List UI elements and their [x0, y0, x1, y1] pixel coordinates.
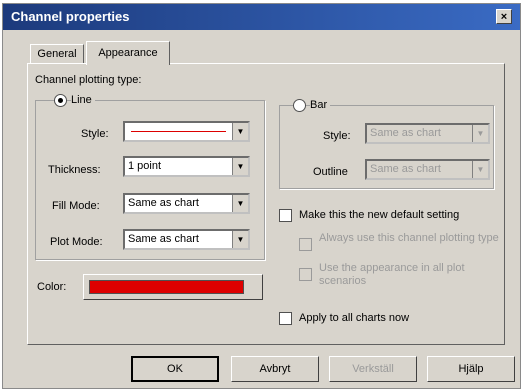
- channel-properties-dialog: Channel properties × General Appearance …: [2, 3, 521, 389]
- bar-outline-value: Same as chart: [370, 163, 441, 175]
- tab-appearance[interactable]: Appearance: [86, 41, 170, 65]
- chevron-down-icon[interactable]: ▼: [232, 231, 248, 248]
- window-title: Channel properties: [11, 9, 130, 24]
- use-appearance-checkbox[interactable]: [299, 268, 312, 281]
- ok-button[interactable]: OK: [131, 356, 219, 382]
- bar-radio-label: Bar: [310, 99, 331, 111]
- bar-style-label: Style:: [323, 130, 351, 142]
- line-style-label: Style:: [81, 128, 109, 140]
- fill-mode-value: Same as chart: [128, 197, 199, 209]
- tab-general[interactable]: General: [30, 44, 84, 63]
- thickness-label: Thickness:: [48, 164, 101, 176]
- chevron-down-icon[interactable]: ▼: [472, 125, 488, 142]
- line-style-select[interactable]: ▼: [123, 121, 250, 142]
- plot-mode-select[interactable]: Same as chart ▼: [123, 229, 250, 250]
- plot-mode-value: Same as chart: [128, 233, 199, 245]
- title-bar: Channel properties ×: [3, 4, 520, 30]
- chevron-down-icon[interactable]: ▼: [472, 161, 488, 178]
- chevron-down-icon[interactable]: ▼: [232, 158, 248, 175]
- apply-all-checkbox[interactable]: [279, 312, 292, 325]
- line-radio[interactable]: [54, 94, 67, 107]
- bar-outline-label: Outline: [313, 166, 348, 178]
- plot-mode-label: Plot Mode:: [50, 236, 103, 248]
- bar-outline-select[interactable]: Same as chart ▼: [365, 159, 490, 180]
- default-setting-label: Make this the new default setting: [299, 209, 460, 221]
- chevron-down-icon[interactable]: ▼: [232, 195, 248, 212]
- color-label: Color:: [37, 281, 67, 293]
- color-swatch: [89, 280, 244, 294]
- apply-all-label: Apply to all charts now: [299, 312, 410, 324]
- bar-style-select[interactable]: Same as chart ▼: [365, 123, 490, 144]
- apply-button[interactable]: Verkställ: [329, 356, 417, 382]
- close-button[interactable]: ×: [496, 9, 512, 24]
- cancel-button[interactable]: Avbryt: [231, 356, 319, 382]
- color-picker-button[interactable]: [83, 274, 263, 300]
- thickness-value: 1 point: [128, 160, 162, 172]
- help-button[interactable]: Hjälp: [427, 356, 515, 382]
- fill-mode-select[interactable]: Same as chart ▼: [123, 193, 250, 214]
- always-use-label: Always use this channel plotting type: [319, 232, 499, 244]
- thickness-select[interactable]: 1 point ▼: [123, 156, 250, 177]
- fill-mode-label: Fill Mode:: [52, 200, 100, 212]
- line-style-swatch: [131, 131, 226, 132]
- line-radio-label: Line: [71, 94, 95, 106]
- default-setting-checkbox[interactable]: [279, 209, 292, 222]
- plotting-type-label: Channel plotting type:: [35, 74, 142, 86]
- use-appearance-label: Use the appearance in all plot scenarios: [319, 262, 465, 287]
- chevron-down-icon[interactable]: ▼: [232, 123, 248, 140]
- bar-radio[interactable]: [293, 99, 306, 112]
- always-use-checkbox[interactable]: [299, 238, 312, 251]
- bar-style-value: Same as chart: [370, 127, 441, 139]
